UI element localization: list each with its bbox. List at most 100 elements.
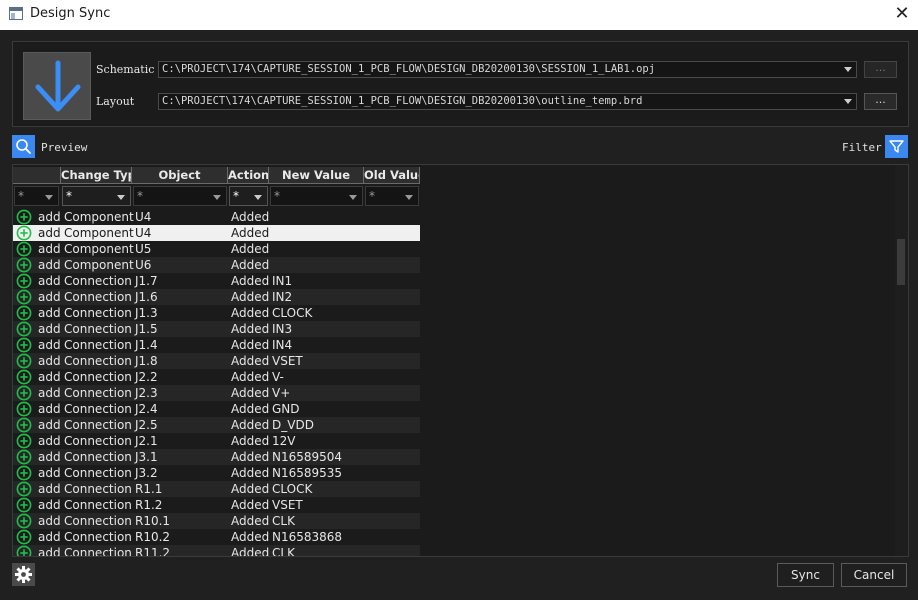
plus-circle-icon [16,545,32,556]
new-value-cell: IN4 [272,338,293,352]
column-header-action[interactable]: Action [228,167,269,184]
column-header-change-type[interactable]: Change Type [61,167,132,184]
table-row[interactable]: add Component U4 Added [13,209,420,225]
plus-circle-icon [16,305,32,321]
table-row[interactable]: add Connection J2.5 Added D_VDD [13,417,420,433]
chevron-down-icon [405,195,413,200]
table-row[interactable]: add Connection J1.4 Added IN4 [13,337,420,353]
column-header-icon[interactable] [13,167,61,184]
change-cell: add [38,402,61,416]
change-cell: add [38,418,61,432]
column-header-old-value[interactable]: Old Value [364,167,420,184]
filter-change-type[interactable]: * [62,186,131,206]
plus-circle-icon [16,433,32,449]
schematic-browse-button[interactable]: ... [864,61,897,78]
table-row[interactable]: add Connection R1.2 Added VSET [13,497,420,513]
table-row[interactable]: add Connection J1.5 Added IN3 [13,321,420,337]
schematic-path-select[interactable]: C:\PROJECT\174\CAPTURE_SESSION_1_PCB_FLO… [158,61,857,78]
plus-circle-icon [16,401,32,417]
table-row[interactable]: add Component U5 Added [13,241,420,257]
object-cell: J3.1 [135,450,158,464]
table-row[interactable]: add Connection J1.7 Added IN1 [13,273,420,289]
action-cell: Added [231,274,270,288]
table-row[interactable]: add Connection J3.1 Added N16589504 [13,449,420,465]
chevron-down-icon [213,195,221,200]
filter-row: * * * * * * [13,185,420,207]
change-type-cell: Connection [64,482,132,496]
table-row[interactable]: add Connection J2.1 Added 12V [13,433,420,449]
change-cell: add [38,306,61,320]
object-cell: J2.5 [135,418,158,432]
preview-button[interactable] [12,135,35,158]
new-value-cell: IN1 [272,274,293,288]
filter-new-value[interactable]: * [270,186,363,206]
action-cell: Added [231,386,270,400]
cancel-button[interactable]: Cancel [841,563,907,587]
table-row[interactable]: add Connection R10.1 Added CLK [13,513,420,529]
change-type-cell: Connection [64,306,132,320]
chevron-down-icon [254,195,262,200]
action-cell: Added [231,530,270,544]
gear-icon [15,566,32,583]
schematic-path-text: C:\PROJECT\174\CAPTURE_SESSION_1_PCB_FLO… [162,63,656,75]
new-value-cell: D_VDD [272,418,314,432]
table-row[interactable]: add Connection J3.2 Added N16589535 [13,465,420,481]
vertical-scrollbar[interactable] [895,165,908,556]
table-row[interactable]: add Connection R1.1 Added CLOCK [13,481,420,497]
table-row[interactable]: add Connection R11.2 Added CLK [13,545,420,557]
plus-circle-icon [16,209,32,225]
plus-circle-icon [16,273,32,289]
object-cell: J1.6 [135,290,158,304]
layout-path-select[interactable]: C:\PROJECT\174\CAPTURE_SESSION_1_PCB_FLO… [158,93,857,110]
new-value-cell: CLK [272,514,295,528]
change-type-cell: Connection [64,450,132,464]
table-row[interactable]: add Connection J1.3 Added CLOCK [13,305,420,321]
change-type-cell: Component [64,242,134,256]
filter-action[interactable]: * [229,186,268,206]
table-row[interactable]: add Connection J1.8 Added VSET [13,353,420,369]
chevron-down-icon [844,99,852,104]
change-cell: add [38,466,61,480]
table-row[interactable]: add Connection J2.4 Added GND [13,401,420,417]
plus-circle-icon [16,241,32,257]
sync-button[interactable]: Sync [777,563,834,587]
plus-circle-icon [16,513,32,529]
action-cell: Added [231,498,270,512]
settings-button[interactable] [12,563,35,586]
chevron-down-icon [844,67,852,72]
column-header-new-value[interactable]: New Value [269,167,364,184]
table-row[interactable]: add Connection J1.6 Added IN2 [13,289,420,305]
table-row[interactable]: add Connection R10.2 Added N16583868 [13,529,420,545]
action-cell: Added [231,482,270,496]
object-cell: R10.1 [135,514,171,528]
object-cell: R1.2 [135,498,163,512]
plus-circle-icon [16,481,32,497]
filter-object[interactable]: * [133,186,227,206]
layout-browse-button[interactable]: ... [864,93,897,110]
object-cell: R1.1 [135,482,163,496]
filter-button[interactable] [885,135,908,158]
change-type-cell: Connection [64,514,132,528]
change-type-cell: Connection [64,546,132,557]
change-cell: add [38,546,61,557]
object-cell: J1.3 [135,306,158,320]
filter-icon-column[interactable]: * [14,186,59,206]
table-row[interactable]: add Component U6 Added [13,257,420,273]
column-header-object[interactable]: Object [132,167,228,184]
table-row[interactable]: add Component U4 Added [13,225,420,241]
grid-header: Change Type Object Action New Value Old … [13,167,420,184]
object-cell: J1.4 [135,338,158,352]
filter-old-value[interactable]: * [365,186,419,206]
close-button[interactable]: ✕ [890,3,914,25]
change-cell: add [38,290,61,304]
change-cell: add [38,226,61,240]
change-type-cell: Connection [64,290,132,304]
action-cell: Added [231,402,270,416]
change-type-cell: Connection [64,322,132,336]
action-cell: Added [231,546,270,557]
plus-circle-icon [16,497,32,513]
table-row[interactable]: add Connection J2.2 Added V- [13,369,420,385]
scrollbar-thumb[interactable] [897,239,905,285]
change-cell: add [38,242,61,256]
table-row[interactable]: add Connection J2.3 Added V+ [13,385,420,401]
